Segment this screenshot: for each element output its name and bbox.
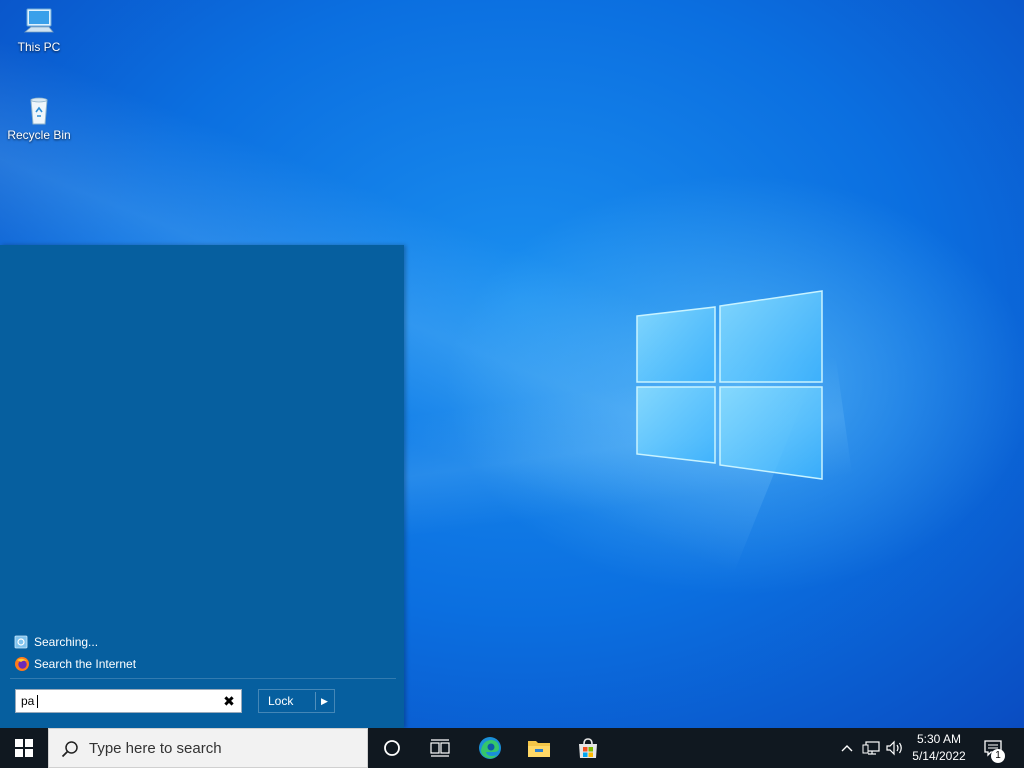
result-search-internet[interactable]: Search the Internet [14, 654, 136, 674]
result-label: Searching... [34, 635, 99, 649]
start-menu: Searching... Search the Internet pa ✖ Lo… [0, 245, 404, 728]
desktop-icon-label: This PC [17, 40, 61, 54]
network-icon [862, 741, 880, 755]
result-searching[interactable]: Searching... [14, 632, 98, 652]
taskbar-search-box[interactable]: Type here to search [48, 728, 368, 768]
store-button[interactable] [564, 728, 612, 768]
edge-icon [479, 737, 501, 759]
desktop-icon-label: Recycle Bin [7, 128, 71, 142]
text-caret [37, 695, 38, 708]
file-explorer-icon [528, 741, 550, 757]
firefox-icon [15, 657, 29, 671]
desktop: This PC Recycle Bin Searching... Search … [0, 0, 1024, 728]
search-input-value: pa [21, 694, 35, 708]
lock-label: Lock [268, 694, 294, 708]
notification-count-badge: 1 [991, 749, 1005, 763]
cortana-button[interactable] [368, 728, 416, 768]
lock-separator [315, 692, 316, 710]
cortana-icon [384, 740, 400, 756]
recycle-bin-icon [30, 97, 48, 125]
edge-button[interactable] [466, 728, 514, 768]
start-button[interactable] [0, 728, 48, 768]
computer-icon [23, 8, 54, 33]
clear-search-button[interactable]: ✖ [221, 693, 237, 709]
task-view-button[interactable] [416, 728, 464, 768]
start-search-input[interactable]: pa ✖ [15, 689, 242, 713]
result-label: Search the Internet [34, 657, 137, 671]
show-hidden-icons-button[interactable] [837, 728, 857, 768]
search-icon [61, 741, 78, 758]
lock-button[interactable]: Lock ▶ [258, 689, 335, 713]
chevron-up-icon [841, 745, 853, 752]
volume-icon [886, 740, 902, 756]
task-view-icon [430, 739, 450, 757]
search-progress-icon [14, 635, 28, 649]
power-options-arrow-icon[interactable]: ▶ [321, 690, 328, 712]
clock-time: 5:30 AM [916, 732, 962, 746]
windows-logo-wallpaper [636, 290, 823, 480]
volume-button[interactable] [884, 728, 906, 768]
store-icon [579, 738, 597, 758]
windows-start-icon [15, 739, 33, 757]
desktop-icon-recycle-bin[interactable]: Recycle Bin [0, 94, 78, 142]
clock[interactable]: 5:30 AM 5/14/2022 [908, 731, 970, 765]
desktop-icon-this-pc[interactable]: This PC [0, 6, 78, 54]
network-button[interactable] [860, 728, 882, 768]
search-placeholder: Type here to search [89, 740, 222, 757]
divider [10, 678, 396, 679]
taskbar: Type here to search 5:30 AM 5/14/2022 1 [0, 728, 1024, 768]
action-center-button[interactable] [978, 728, 1008, 768]
clock-date: 5/14/2022 [912, 749, 966, 763]
file-explorer-button[interactable] [515, 728, 563, 768]
